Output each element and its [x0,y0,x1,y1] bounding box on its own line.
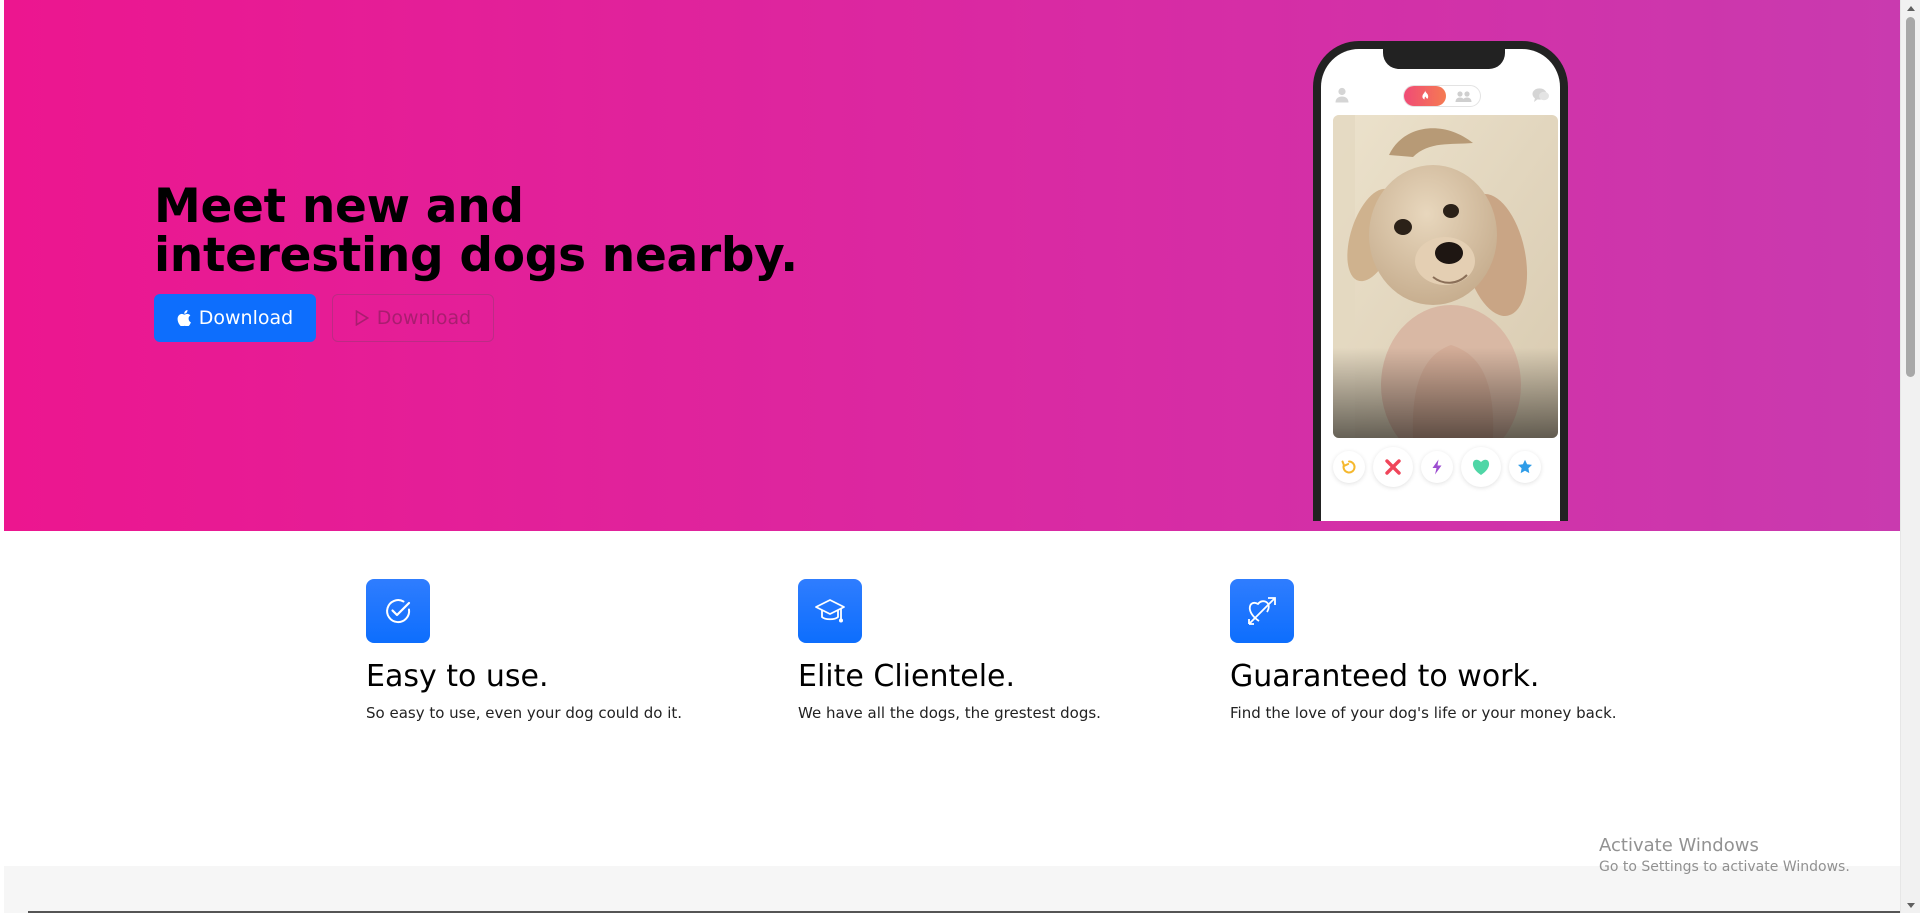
app-store-download-button[interactable]: Download [154,294,316,342]
scroll-up-arrow-icon[interactable] [1901,0,1920,16]
features-section: Easy to use. So easy to use, even your d… [4,531,1900,866]
play-store-download-button[interactable]: Download [332,294,494,342]
hero-headline: Meet new and interesting dogs nearby. [154,182,798,280]
hero-headline-line-2: interesting dogs nearby. [154,228,798,283]
scrollbar-thumb[interactable] [1906,17,1915,377]
watermark-subtitle: Go to Settings to activate Windows. [1599,859,1850,875]
mode-toggle[interactable] [1403,85,1481,107]
phone-notch [1383,49,1505,69]
app-store-download-label: Download [198,307,294,329]
watermark-title: Activate Windows [1599,835,1759,856]
boost-icon[interactable] [1421,451,1453,483]
feature-description: Find the love of your dog's life or your… [1230,704,1617,722]
feature-title: Guaranteed to work. [1230,659,1540,694]
super-like-icon[interactable] [1509,451,1541,483]
flame-icon[interactable] [1404,86,1446,106]
dog-photo[interactable] [1333,115,1558,438]
download-buttons: Download Download [154,294,494,342]
feature-title: Elite Clientele. [798,659,1016,694]
apple-icon [177,310,191,326]
feature-elite-clientele: Elite Clientele. We have all the dogs, t… [798,579,1218,723]
check-circle-icon [366,579,430,643]
feature-easy-to-use: Easy to use. So easy to use, even your d… [366,579,786,723]
feature-description: We have all the dogs, the grestest dogs. [798,704,1101,722]
feature-description: So easy to use, even your dog could do i… [366,704,683,722]
scroll-down-arrow-icon[interactable] [1901,897,1920,913]
chat-icon[interactable] [1532,87,1550,107]
feature-guaranteed: Guaranteed to work. Find the love of you… [1230,579,1650,723]
vertical-scrollbar[interactable] [1900,0,1920,913]
feature-title: Easy to use. [366,659,549,694]
rewind-icon[interactable] [1333,451,1365,483]
phone-screen [1321,49,1560,521]
like-icon[interactable] [1461,447,1501,487]
phone-mockup [1313,41,1568,521]
swipe-actions [1321,447,1560,487]
nope-icon[interactable] [1373,447,1413,487]
window-left-edge [0,0,4,913]
play-store-download-label: Download [376,307,472,329]
profile-icon[interactable] [1335,87,1349,107]
app-top-bar [1321,83,1560,107]
graduation-cap-icon [798,579,862,643]
people-icon[interactable] [1454,89,1474,103]
activate-windows-watermark: Activate Windows Go to Settings to activ… [1599,834,1850,876]
heart-arrow-icon [1230,579,1294,643]
play-store-icon [355,310,369,326]
page-viewport: Meet new and interesting dogs nearby. Do… [0,0,1900,913]
hero-section: Meet new and interesting dogs nearby. Do… [4,0,1900,531]
hero-headline-line-1: Meet new and [154,179,524,234]
